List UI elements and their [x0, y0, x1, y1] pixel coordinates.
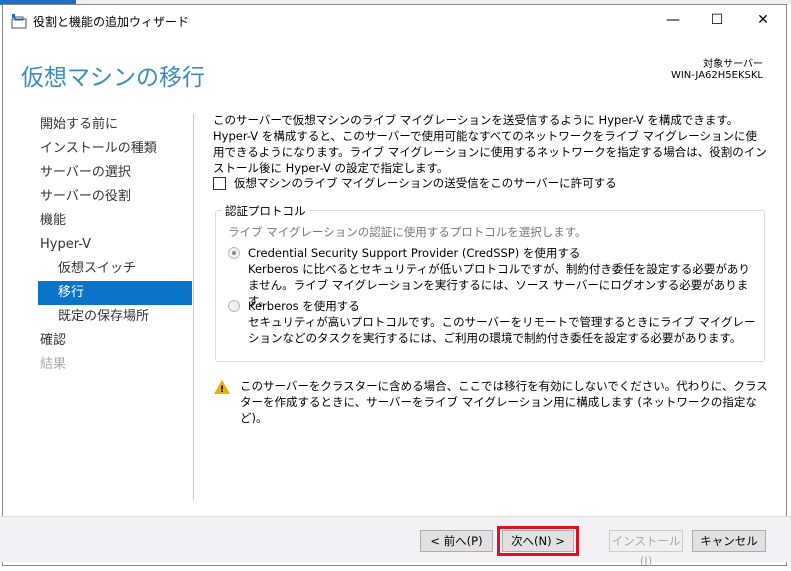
cluster-warning: ! このサーバーをクラスターに含める場合、ここでは移行を有効にしないでください。… [214, 378, 774, 426]
step-installation-type[interactable]: インストールの種類 [38, 137, 192, 161]
warning-text: このサーバーをクラスターに含める場合、ここでは移行を有効にしないでください。代わ… [240, 379, 768, 425]
radio-credssp-label: Credential Security Support Provider (Cr… [248, 246, 581, 260]
close-button[interactable]: ✕ [740, 5, 786, 35]
radio-button[interactable] [228, 300, 240, 312]
step-features[interactable]: 機能 [38, 209, 192, 233]
next-button-highlight [497, 526, 579, 556]
maximize-button[interactable]: ☐ [694, 5, 740, 35]
checkbox-label: 仮想マシンのライブ マイグレーションの送受信をこのサーバーに許可する [234, 176, 617, 190]
sidebar-divider [193, 113, 194, 500]
install-button: インストール(I) [609, 530, 683, 568]
step-server-roles[interactable]: サーバーの役割 [38, 185, 192, 209]
previous-button[interactable]: < 前へ(P) [420, 530, 493, 552]
minimize-button[interactable]: — [650, 5, 696, 35]
radio-kerberos-description: セキュリティが高いプロトコルです。このサーバーをリモートで管理するときにライブ … [248, 315, 756, 345]
step-migration[interactable]: 移行 [38, 281, 192, 305]
radio-kerberos[interactable]: Kerberos を使用する セキュリティが高いプロトコルです。このサーバーをリ… [228, 298, 758, 346]
step-results: 結果 [40, 357, 67, 372]
radio-kerberos-label: Kerberos を使用する [248, 299, 360, 313]
wizard-steps: 開始する前に インストールの種類 サーバーの選択 サーバーの役割 機能 Hype… [38, 113, 192, 377]
step-default-stores[interactable]: 既定の保存場所 [38, 305, 192, 329]
title-bar[interactable]: 役割と機能の追加ウィザード — ☐ ✕ [3, 5, 786, 35]
intro-text: このサーバーで仮想マシンのライブ マイグレーションを送受信するように Hyper… [213, 113, 767, 175]
step-virtual-switches[interactable]: 仮想スイッチ [38, 257, 192, 281]
step-before-you-begin[interactable]: 開始する前に [38, 113, 192, 137]
server-manager-icon [11, 14, 27, 29]
step-hyper-v[interactable]: Hyper-V [38, 233, 192, 257]
group-description: ライブ マイグレーションの認証に使用するプロトコルを選択します。 [228, 225, 587, 239]
checkbox-box[interactable] [213, 176, 226, 190]
page-title: 仮想マシンの移行 [21, 65, 205, 91]
radio-button-selected[interactable] [228, 247, 240, 259]
step-server-selection[interactable]: サーバーの選択 [38, 161, 192, 185]
warning-icon: ! [214, 380, 230, 395]
window-title: 役割と機能の追加ウィザード [33, 15, 190, 29]
target-server-label: 対象サーバー [703, 59, 763, 70]
cancel-button[interactable]: キャンセル [692, 530, 766, 552]
group-title: 認証プロトコル [222, 203, 309, 219]
step-confirmation[interactable]: 確認 [38, 329, 192, 353]
allow-live-migration-checkbox[interactable]: 仮想マシンのライブ マイグレーションの送受信をこのサーバーに許可する [213, 175, 617, 191]
target-server-name: WIN-JA62H5EKSKL [670, 70, 763, 81]
